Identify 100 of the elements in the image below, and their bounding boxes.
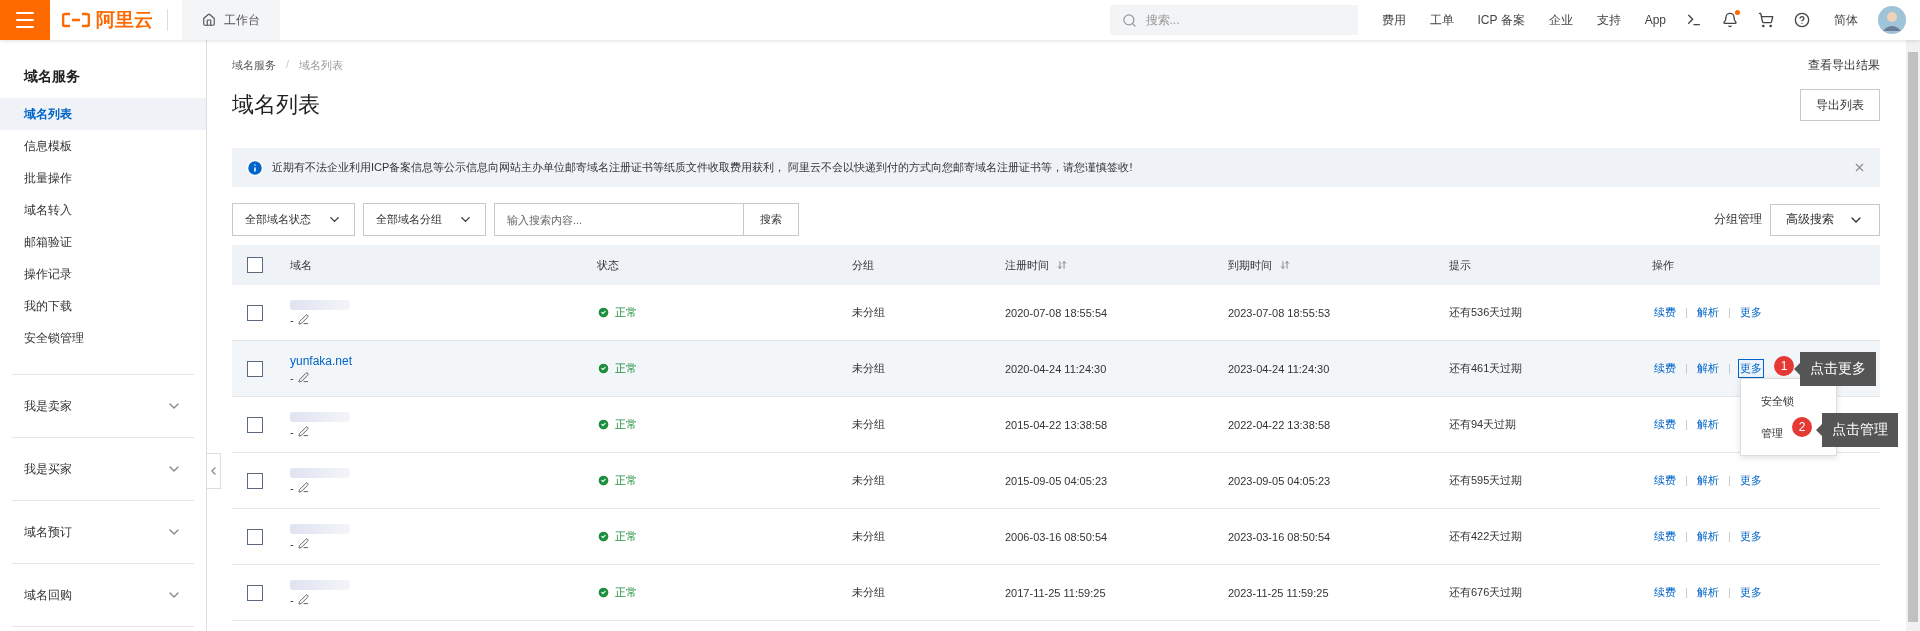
action-link[interactable]: 续费 [1652,415,1678,434]
sidebar-section[interactable]: 我是卖家 [12,375,194,438]
edit-icon[interactable] [297,314,309,325]
group-manage-link[interactable]: 分组管理 [1714,211,1762,228]
action-link[interactable]: 解析 [1695,415,1721,434]
action-link[interactable]: 解析 [1695,583,1721,602]
search-icon [1121,13,1137,28]
blurred-domain [290,579,350,590]
search-field[interactable]: 搜索... [1109,5,1358,35]
sidebar-item[interactable]: 操作记录 [0,258,206,290]
remark-text: - [290,371,294,384]
sort-icon[interactable] [1057,260,1067,270]
close-icon[interactable] [1853,161,1866,174]
table-cell-text: 还有536天过期 [1449,305,1524,320]
nav-link[interactable]: 企业 [1548,11,1573,29]
blurred-domain [290,411,350,422]
advanced-search-button[interactable]: 高级搜索 [1770,203,1880,236]
remark-text: - [290,425,294,438]
table-cell-text: 未分组 [852,529,886,544]
table-cell-text: 2023-04-24 11:24:30 [1228,362,1331,375]
remark-text: - [290,593,294,606]
status-text: 正常 [615,529,637,544]
page-title: 域名列表 [232,91,320,119]
action-link[interactable]: 续费 [1652,527,1678,546]
table-cell-text: 未分组 [852,585,886,600]
search-button[interactable]: 搜索 [744,203,799,236]
section-label: 我是买家 [24,460,72,478]
action-link[interactable]: 续费 [1652,471,1678,490]
table-cell-text: 2023-09-05 04:05:23 [1228,474,1332,487]
edit-icon[interactable] [297,482,309,493]
logo-icon [62,12,90,28]
table-cell-text: 2020-07-08 18:55:54 [1005,306,1109,319]
action-link[interactable]: 解析 [1695,471,1721,490]
column-header[interactable]: 注册时间 [1005,257,1228,273]
cart-icon[interactable] [1758,12,1774,28]
search-field[interactable]: 输入搜索内容... [494,203,744,236]
checkbox[interactable] [247,472,263,489]
domain-link[interactable]: yunfaka.net [290,353,597,368]
column-header[interactable]: 到期时间 [1228,257,1449,273]
status-select[interactable]: 全部域名状态 [232,203,355,236]
export-results-link[interactable]: 查看导出结果 [1808,56,1880,74]
action-link[interactable]: 续费 [1652,359,1678,378]
bell-icon[interactable] [1722,12,1738,28]
breadcrumb-separator: / [286,57,290,72]
action-link[interactable]: 更多 [1738,303,1764,322]
checkbox[interactable] [247,257,263,273]
action-link[interactable]: 更多 [1738,583,1764,602]
sidebar-item[interactable]: 我的下载 [0,290,206,322]
table-cell-text: 2023-11-25 11:59:25 [1228,586,1330,599]
nav-link[interactable]: 支持 [1596,11,1621,29]
workbench-tab[interactable]: 工作台 [182,0,280,40]
table-cell-text: 2023-07-08 18:55:53 [1228,306,1332,319]
sidebar-section[interactable]: 域名回购 [12,564,194,627]
column-header: 操作 [1652,257,1675,273]
action-link[interactable]: 解析 [1695,303,1721,322]
sidebar-item[interactable]: 邮箱验证 [0,226,206,258]
edit-icon[interactable] [297,372,309,383]
table-cell-text: 2006-03-16 08:50:54 [1005,530,1109,543]
terminal-icon[interactable] [1686,12,1702,28]
edit-icon[interactable] [297,538,309,549]
nav-link[interactable]: ICP 备案 [1477,11,1525,29]
help-icon[interactable] [1794,12,1810,28]
sidebar-item[interactable]: 域名转入 [0,194,206,226]
group-select[interactable]: 全部域名分组 [363,203,486,236]
checkbox[interactable] [247,360,263,377]
checkbox[interactable] [247,416,263,433]
breadcrumb-link[interactable]: 域名服务 [232,57,276,73]
checkbox[interactable] [247,528,263,545]
nav-link[interactable]: 费用 [1381,11,1406,29]
action-link[interactable]: 更多 [1738,527,1764,546]
edit-icon[interactable] [297,594,309,605]
table-cell-text: 2022-04-22 13:38:58 [1228,418,1332,431]
sidebar-section[interactable]: 我是买家 [12,438,194,501]
sidebar-item[interactable]: 信息模板 [0,130,206,162]
action-link[interactable]: 更多 [1738,471,1764,490]
edit-icon[interactable] [297,426,309,437]
language-link[interactable]: 简体 [1834,11,1858,29]
export-button[interactable]: 导出列表 [1800,89,1880,121]
remark-text: - [290,481,294,494]
checkbox[interactable] [247,304,263,321]
table-cell-text: 还有461天过期 [1449,361,1524,376]
checkbox[interactable] [247,584,263,601]
sidebar-item[interactable]: 安全锁管理 [0,322,206,354]
sort-icon[interactable] [1280,260,1290,270]
section-label: 域名回购 [24,586,72,604]
sidebar-section[interactable]: 域名预订 [12,501,194,564]
scrollbar[interactable] [1906,40,1920,631]
sidebar-item[interactable]: 批量操作 [0,162,206,194]
alert-text: 近期有不法企业利用ICP备案信息等公示信息向网站主办单位邮寄域名注册证书等纸质文件收取费用获利， 阿里云不会以快递到付的方式向您邮寄域名注册证书等，请您谨慎签收! [272,160,1134,175]
action-link[interactable]: 续费 [1652,303,1678,322]
avatar[interactable] [1878,6,1906,34]
action-link[interactable]: 解析 [1695,359,1721,378]
action-link[interactable]: 更多 [1738,359,1764,378]
nav-link[interactable]: App [1644,13,1666,27]
action-link[interactable]: 续费 [1652,583,1678,602]
sidebar-item[interactable]: 域名列表 [0,98,206,130]
menu-button[interactable] [0,0,50,40]
nav-link[interactable]: 工单 [1429,11,1454,29]
action-link[interactable]: 解析 [1695,527,1721,546]
home-icon [202,13,216,27]
